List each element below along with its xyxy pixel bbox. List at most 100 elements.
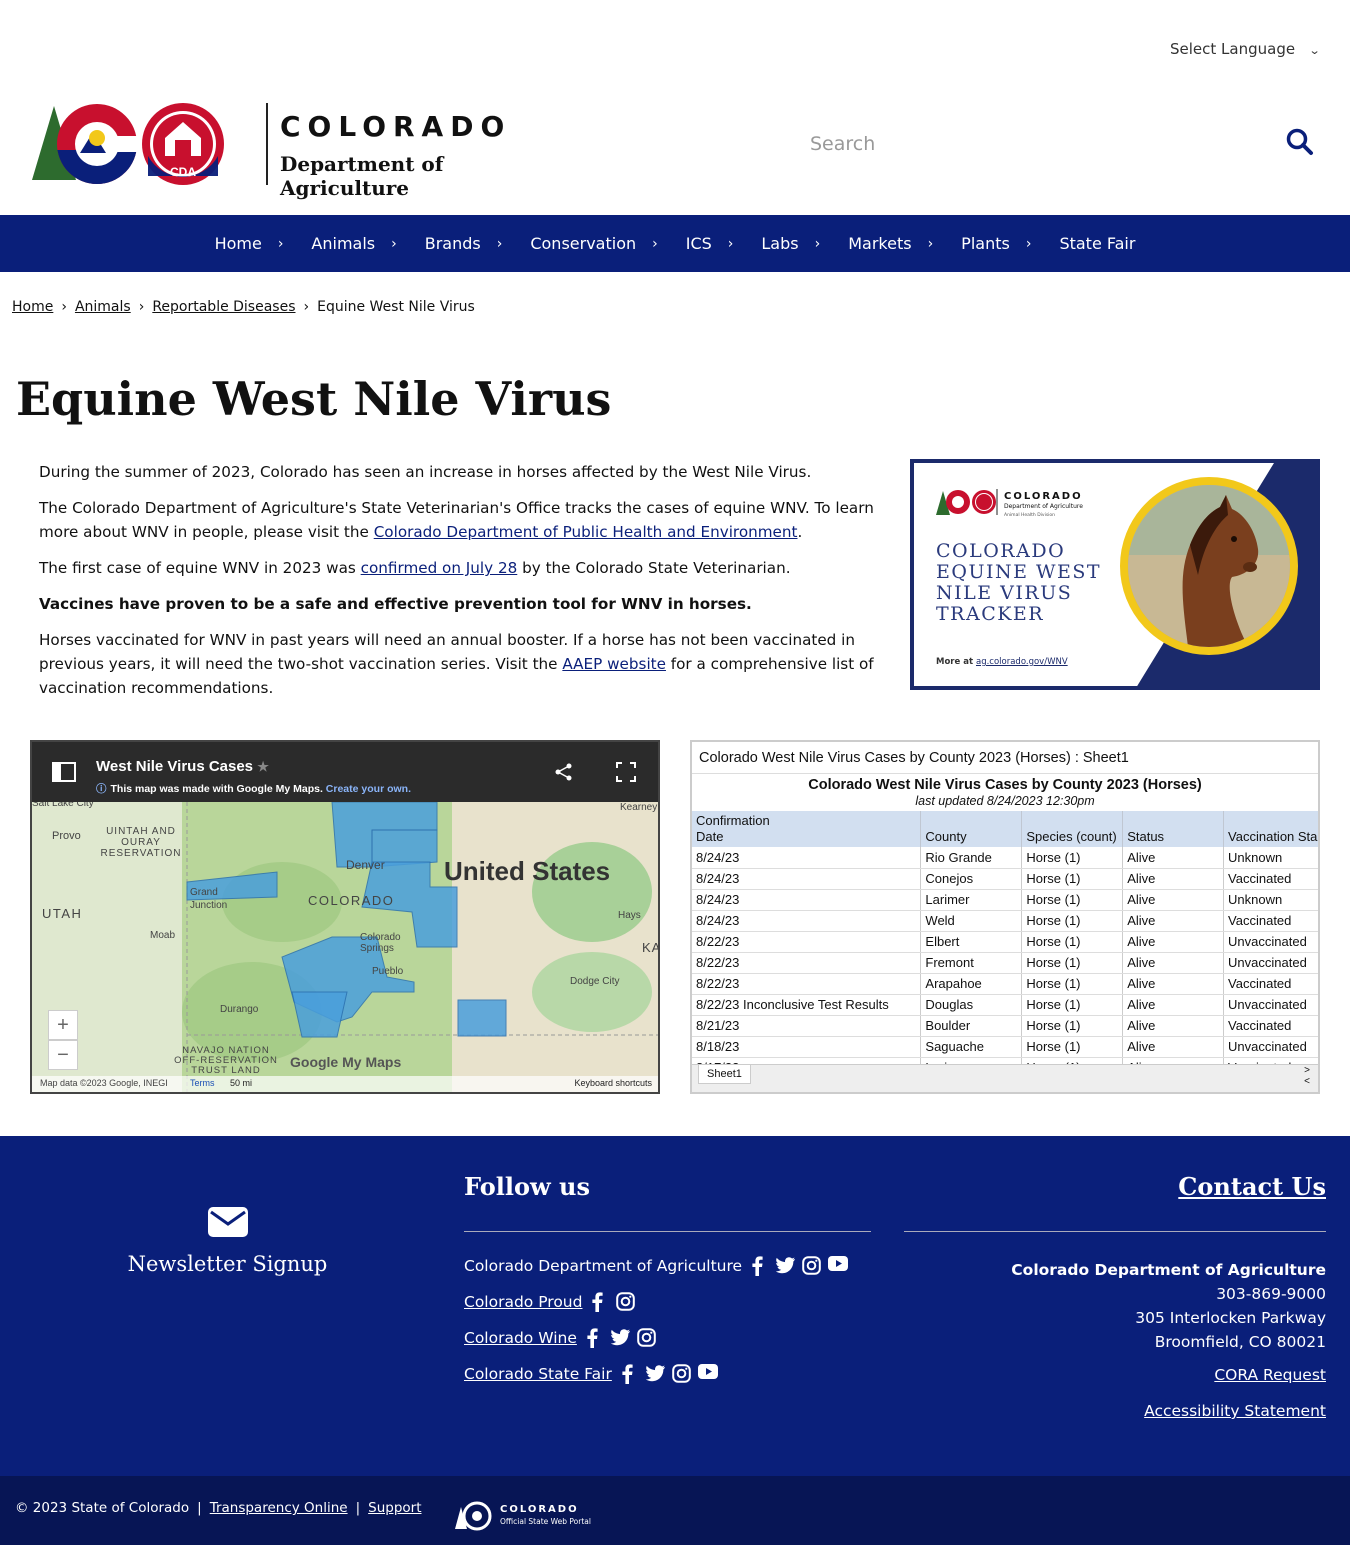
sheet-scroll-arrows-icon[interactable]: > < [1304, 1065, 1310, 1087]
nav-item-animals[interactable]: Animals › [311, 234, 396, 253]
nav-item-labs[interactable]: Labs › [761, 234, 820, 253]
nav-item-label: Animals [311, 234, 376, 253]
nav-item-brands[interactable]: Brands › [425, 234, 503, 253]
social-row-label[interactable]: Colorado State Fair [464, 1365, 612, 1383]
breadcrumb: Home › Animals › Reportable Diseases › Equine … [12, 299, 475, 315]
cases-table-body: 8/24/23 Rio Grande Horse (1) Alive Unknown 8/… [692, 847, 1318, 1079]
table-cell: Horse (1) [1021, 994, 1124, 1016]
map-terms-link[interactable]: Terms [190, 1078, 215, 1088]
map-legend-toggle-icon[interactable] [52, 762, 76, 782]
nav-item-markets[interactable]: Markets › [848, 234, 933, 253]
map-label: NAVAJO NATION OFF-RESERVATION TRUST LAND [174, 1045, 278, 1076]
breadcrumb-animals[interactable]: Animals [75, 299, 131, 315]
create-your-own-link[interactable]: Create your own. [326, 783, 411, 795]
social-row: Colorado Proud [464, 1292, 642, 1312]
accessibility-statement-link[interactable]: Accessibility Statement [1144, 1402, 1326, 1420]
chevron-right-icon: › [927, 235, 934, 252]
spreadsheet-embed[interactable]: Colorado West Nile Virus Cases by County… [690, 740, 1320, 1094]
contact-address-line: Broomfield, CO 80021 [1154, 1333, 1326, 1351]
map-label: Dodge City [570, 976, 620, 987]
site-logo[interactable]: CDA COLORADO Department of Agriculture [30, 98, 550, 200]
nav-item-state-fair[interactable]: State Fair [1059, 234, 1135, 253]
search-icon[interactable] [1286, 128, 1314, 156]
fullscreen-icon[interactable] [616, 762, 636, 782]
zoom-out-button[interactable]: − [48, 1040, 78, 1070]
column-header: Confirmation Date [692, 811, 922, 847]
table-cell: Alive [1122, 1015, 1225, 1037]
contact-us-link[interactable]: Contact Us [1178, 1172, 1326, 1201]
footer: Newsletter Signup Follow us Colorado Dep… [0, 1136, 1350, 1476]
search-input[interactable] [810, 126, 1260, 162]
table-cell: Vaccinated [1223, 910, 1318, 932]
tracker-org-name: COLORADO [1004, 491, 1083, 502]
divider [464, 1231, 871, 1232]
facebook-icon[interactable] [750, 1256, 770, 1276]
tracker-org-division: Animal Health Division [1004, 513, 1056, 518]
table-cell: Weld [920, 910, 1023, 932]
nav-item-home[interactable]: Home › [215, 234, 284, 253]
sheet-tab[interactable]: Sheet1 [698, 1065, 751, 1084]
cdphe-link[interactable]: Colorado Department of Public Health and… [374, 523, 798, 541]
state-portal-logo[interactable]: COLORADO Official State Web Portal [455, 1501, 591, 1535]
instagram-icon[interactable] [802, 1256, 822, 1276]
star-icon[interactable]: ★ [257, 759, 269, 774]
language-select[interactable]: Select Language ⌄ [1170, 40, 1320, 58]
zoom-in-button[interactable]: + [48, 1010, 78, 1040]
facebook-icon[interactable] [585, 1328, 605, 1348]
table-cell: Horse (1) [1021, 1015, 1124, 1037]
facebook-icon[interactable] [620, 1364, 640, 1384]
map-label: Denver [346, 858, 385, 872]
column-header: Vaccination Sta [1223, 811, 1318, 847]
nav-item-plants[interactable]: Plants › [961, 234, 1031, 253]
tracker-banner[interactable]: COLORADO Department of Agriculture Anima… [910, 459, 1320, 690]
table-cell: Horse (1) [1021, 847, 1124, 869]
map-subtitle: ⓘ This map was made with Google My Maps. … [96, 781, 411, 796]
twitter-icon[interactable] [775, 1256, 796, 1276]
aaep-link[interactable]: AAEP website [562, 655, 666, 673]
instagram-icon[interactable] [672, 1364, 692, 1384]
table-cell: Larimer [920, 889, 1023, 911]
transparency-link[interactable]: Transparency Online [210, 1500, 348, 1516]
support-link[interactable]: Support [368, 1500, 421, 1516]
youtube-icon[interactable] [828, 1256, 849, 1276]
horse-image [1120, 477, 1298, 655]
chevron-right-icon: › [652, 235, 658, 252]
chevron-right-icon: › [277, 235, 284, 252]
twitter-icon[interactable] [645, 1364, 666, 1384]
contact-name: Colorado Department of Agriculture [1011, 1261, 1326, 1279]
table-row: 8/24/23 Weld Horse (1) Alive Vaccinated [692, 910, 1318, 932]
map-label: COLORADO [308, 893, 395, 908]
nav-item-label: State Fair [1059, 234, 1136, 253]
twitter-icon[interactable] [610, 1328, 631, 1348]
youtube-icon[interactable] [697, 1364, 718, 1384]
map-label: Hays [618, 910, 641, 921]
nav-item-label: Home [214, 234, 262, 253]
social-row-label[interactable]: Colorado Proud [464, 1293, 582, 1311]
tracker-url: ag.colorado.gov/WNV [975, 657, 1068, 667]
table-cell: Alive [1122, 973, 1225, 995]
breadcrumb-reportable-diseases[interactable]: Reportable Diseases [152, 299, 295, 315]
breadcrumb-home[interactable]: Home [12, 299, 53, 315]
bottom-bar: © 2023 State of Colorado | Transparency On… [0, 1476, 1350, 1545]
map-embed[interactable]: Salt Lake City Provo UINTAH AND OURAY RE… [30, 740, 660, 1094]
keyboard-shortcuts-link[interactable]: Keyboard shortcuts [574, 1078, 652, 1088]
newsletter-signup[interactable]: Newsletter Signup [125, 1206, 330, 1276]
instagram-icon[interactable] [616, 1292, 636, 1312]
map-title: West Nile Virus Cases ★ [96, 758, 269, 775]
table-cell: 8/21/23 [692, 1015, 922, 1037]
social-row-label: Colorado Department of Agriculture [464, 1257, 743, 1275]
nav-item-ics[interactable]: ICS › [686, 234, 734, 253]
share-icon[interactable] [554, 762, 574, 782]
copyright-text: © 2023 State of Colorado [15, 1500, 190, 1516]
confirmed-link[interactable]: confirmed on July 28 [361, 559, 518, 577]
instagram-icon[interactable] [637, 1328, 657, 1348]
social-row-label[interactable]: Colorado Wine [464, 1329, 577, 1347]
cora-request-link[interactable]: CORA Request [1214, 1366, 1326, 1384]
colorado-portal-icon [455, 1501, 492, 1531]
copyright: © 2023 State of Colorado | Transparency On… [15, 1500, 422, 1516]
intro-paragraph-bold: Vaccines have proven to be a safe and ef… [39, 595, 752, 613]
column-header: County [920, 811, 1023, 847]
map-scale: 50 mi [230, 1078, 253, 1088]
facebook-icon[interactable] [590, 1292, 610, 1312]
nav-item-conservation[interactable]: Conservation › [530, 234, 657, 253]
